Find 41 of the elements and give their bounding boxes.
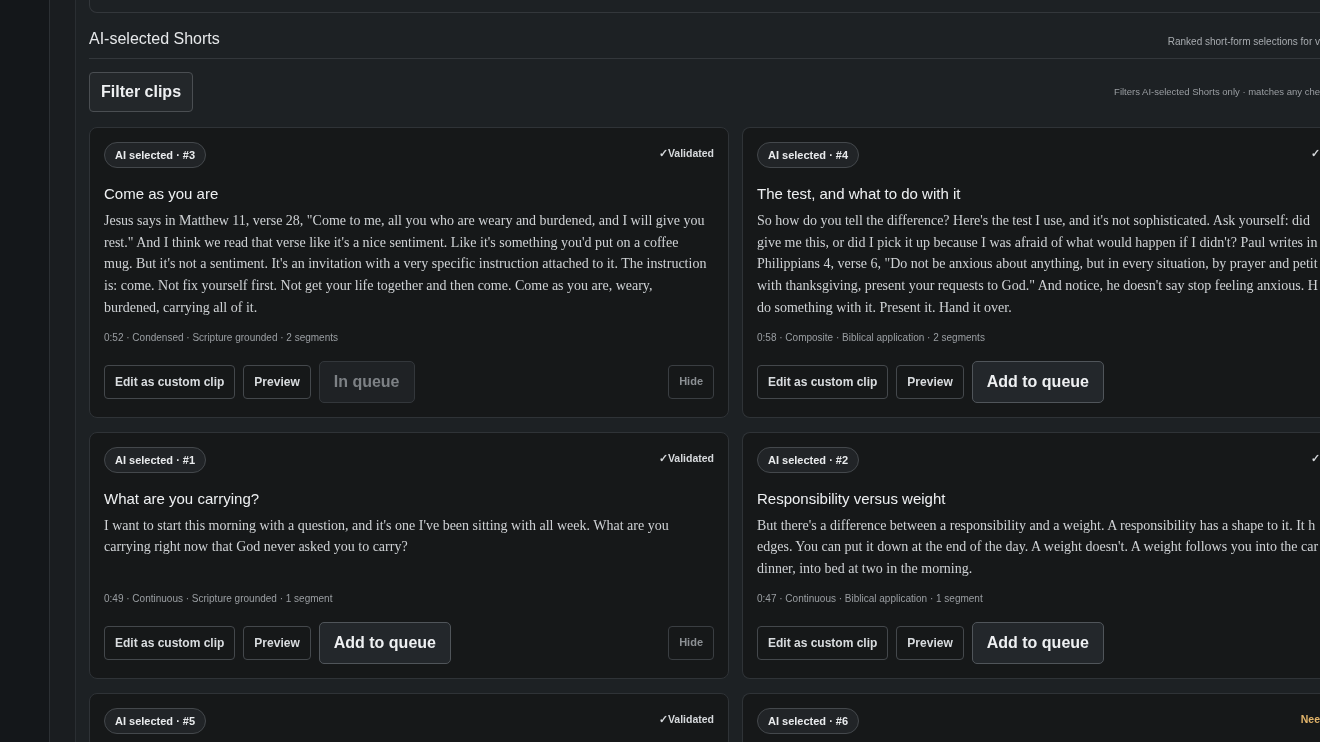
clip-transcript: So how do you tell the difference? Here's the test I use, and it's not sophisticated. Ask yourself: did give me this, or did I pick it up because I was afraid of what would happen if I didn't? Paul writes in Philippians 4, verse 6, "Do not be anxious about anything, but in every situation, by prayer and petit with thanksgiving, present your requests to God." And notice, he doesn't say stop feeling anxious. H do something with it. Present it. Hand it over. xyxy=(757,212,1319,317)
clip-meta: 0:49 · Continuous · Scripture grounded · 1 segment xyxy=(104,591,334,606)
action-button[interactable]: Preview xyxy=(896,625,964,660)
clip-badge: AI selected · #2 xyxy=(757,446,860,473)
status-label: ✓Validated xyxy=(658,450,714,466)
clip-badge: AI selected · #4 xyxy=(757,142,860,168)
action-button[interactable]: Edit as custom clip xyxy=(757,625,889,660)
add-queue-button[interactable]: Add to queue xyxy=(318,621,451,664)
add-queue-button[interactable]: Add to queue xyxy=(971,360,1104,403)
clip-meta: 0:52 · Condensed · Scripture grounded · 2 segments xyxy=(104,330,340,345)
hide-button[interactable]: Hide xyxy=(668,625,714,660)
action-button[interactable]: Preview xyxy=(243,625,311,660)
status-label: Nee xyxy=(1300,711,1320,727)
section-subtitle: Ranked short-form selections for v xyxy=(1167,35,1320,49)
clip-title: Come as you are xyxy=(104,184,220,204)
status-label: ✓Validated xyxy=(658,711,714,727)
clip-badge: AI selected · #6 xyxy=(757,707,860,734)
clip-meta: 0:58 · Composite · Biblical application · 2 segments xyxy=(757,330,986,345)
status-label: ✓ xyxy=(1311,146,1320,161)
add-queue-button[interactable]: Add to queue xyxy=(971,621,1104,664)
status-label: ✓Validated xyxy=(658,146,714,161)
hide-button[interactable]: Hide xyxy=(668,364,714,399)
clip-badge: AI selected · #3 xyxy=(104,142,207,168)
clip-transcript: I want to start this morning with a question, and it's one I've been sitting with all week. What are you carrying right now that God never asked you to carry? xyxy=(104,516,670,557)
clip-transcript: Jesus says in Matthew 11, verse 28, "Come to me, all you who are weary and burdened, and I will give you rest." And I think we read that verse like it's a nice sentiment. Like it's something you'd put on a coffee mug. But it's not a sentiment. It's an invitation with a very specific instruction attached to it. The instruction is: come. Not fix yourself first. Not get your life together and then come. Come as you are, weary, burdened, carrying all of it. xyxy=(104,212,708,317)
action-button[interactable]: Preview xyxy=(243,364,311,399)
clip-title: The test, and what to do with it xyxy=(757,184,962,204)
action-button[interactable]: Edit as custom clip xyxy=(104,625,236,660)
status-label: ✓ xyxy=(1311,450,1320,466)
action-button[interactable]: Edit as custom clip xyxy=(757,364,889,399)
clip-meta: 0:47 · Continuous · Biblical application · 1 segment xyxy=(757,591,984,606)
clip-badge: AI selected · #1 xyxy=(104,446,207,473)
action-button[interactable]: Edit as custom clip xyxy=(104,364,236,399)
clip-transcript: But there's a difference between a responsibility and a weight. A responsibility has a shape to it. It h edges. You can put it down at the end of the day. A weight doesn't. A weight follows you into the car dinner, into bed at two in the morning. xyxy=(757,516,1320,578)
clip-title: What are you carrying? xyxy=(104,488,261,509)
filter-button[interactable]: Filter clips xyxy=(89,72,194,112)
section-title: AI-selected Shorts xyxy=(89,29,220,49)
action-button[interactable]: Preview xyxy=(896,364,964,399)
filter-note: Filters AI-selected Shorts only · matches any che xyxy=(1114,84,1320,99)
clip-badge: AI selected · #5 xyxy=(104,707,207,734)
clip-title: Responsibility versus weight xyxy=(757,488,947,509)
